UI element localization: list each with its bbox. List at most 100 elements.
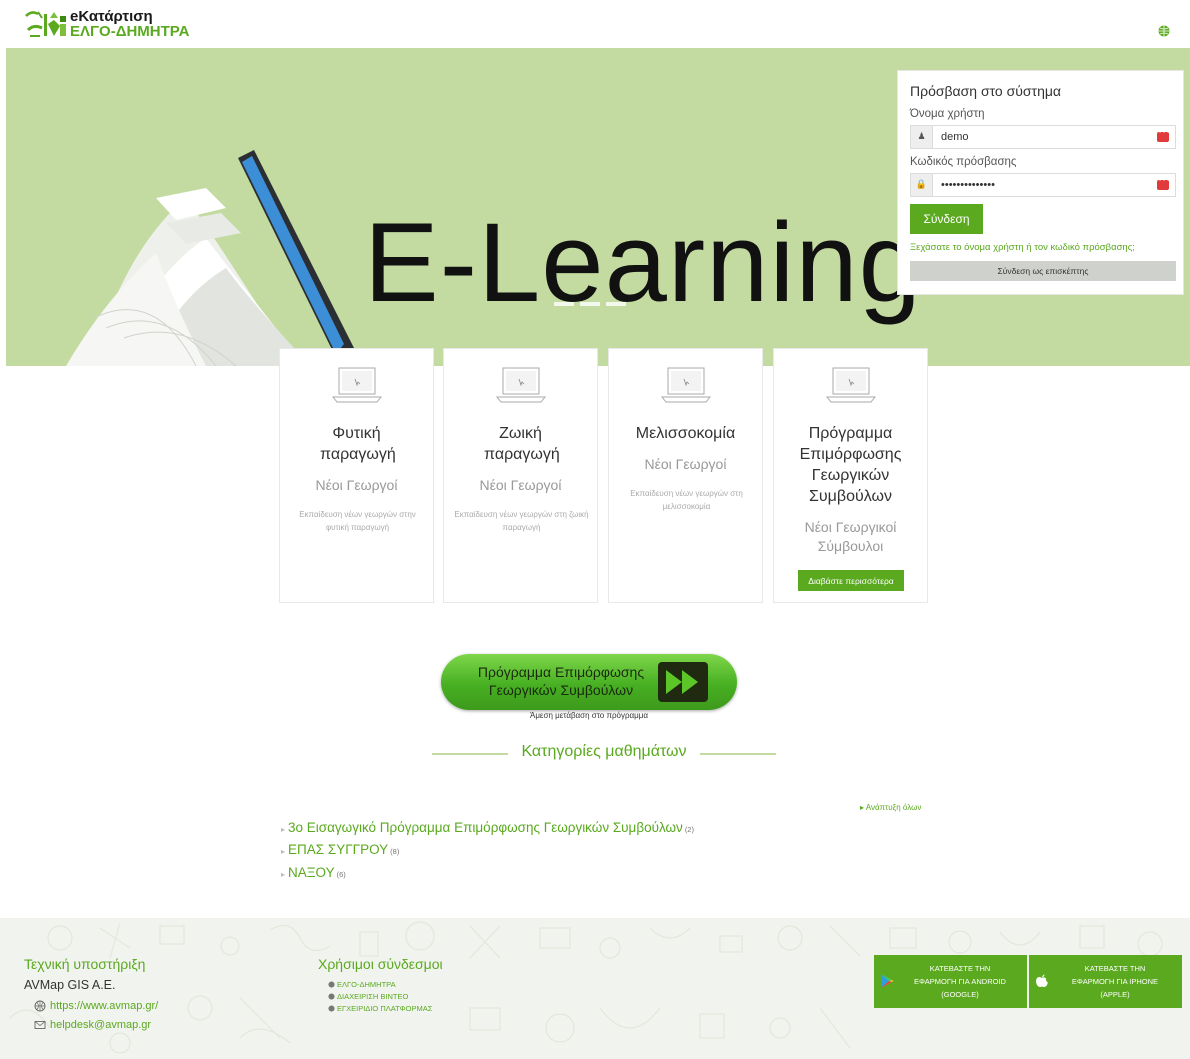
useful-link-label[interactable]: ΕΓΧΕΙΡΙΔΙΟ ΠΛΑΤΦΟΡΜΑΣ [337, 1004, 432, 1013]
password-value[interactable]: •••••••••••••• [933, 179, 1157, 191]
logo-line-2: ΕΛΓΟ-ΔΗΜΗΤΡΑ [70, 23, 190, 40]
card-title: Φυτική παραγωγή [320, 425, 396, 463]
support-title: Τεχνική υποστήριξη [24, 956, 146, 972]
footer: Τεχνική υποστήριξη AVMap GIS A.E. https:… [0, 918, 1190, 1059]
iphone-text-line-1: ΚΑΤΕΒΑΣΤΕ ΤΗΝ [1084, 964, 1146, 973]
card-title: Ζωική παραγωγή [484, 425, 560, 463]
envelope-icon [34, 1021, 46, 1029]
logo-line-1: eΚατάρτιση [70, 8, 153, 25]
card-description: Εκπαίδευση νέων γεωργών στην φυτική παρα… [299, 510, 416, 532]
iphone-app-button[interactable]: ΚΑΤΕΒΑΣΤΕ ΤΗΝ ΕΦΑΡΜΟΓΗ ΓΙΑ IPHONE (APPLE… [1029, 955, 1182, 1008]
card-title: Πρόγραμμα Επιμόρφωσης Γεωργικών Συμβούλω… [799, 425, 902, 505]
globe-icon[interactable] [1158, 22, 1170, 37]
card-subtitle: Νέοι Γεωργοί [479, 477, 562, 493]
hero-slide-indicators[interactable] [554, 302, 626, 306]
support-company: AVMap GIS A.E. [24, 978, 116, 992]
iphone-text-line-3: (APPLE) [1100, 990, 1130, 999]
slide-dot[interactable] [554, 302, 574, 306]
guest-login-button[interactable]: Σύνδεση ως επισκέπτης [910, 261, 1176, 281]
card-description: Εκπαίδευση νέων γεωργών στη μελισσοκομία [630, 489, 743, 511]
username-value[interactable]: demo [933, 131, 1157, 143]
password-label: Κωδικός πρόσβασης [910, 156, 1017, 168]
category-item[interactable]: ▸ ΕΠΑΣ ΣΥΓΓΡΟΥ (8) [281, 842, 399, 857]
chevron-right-icon: ▸ [281, 847, 286, 856]
logo-mark-icon [24, 8, 68, 40]
username-label: Όνομα χρήστη [910, 108, 985, 120]
laptop-icon [825, 367, 877, 403]
android-text-line-3: (GOOGLE) [941, 990, 979, 999]
program-banner-line-1: Πρόγραμμα Επιμόρφωσης [477, 664, 645, 680]
laptop-icon [495, 367, 547, 403]
slide-dot[interactable] [606, 302, 626, 306]
useful-link-label[interactable]: ΕΛΓΟ-ΔΗΜΗΤΡΑ [337, 980, 396, 989]
category-item[interactable]: ▸ ΝΑΞΟΥ (6) [281, 865, 346, 880]
laptop-icon [660, 367, 712, 403]
top-navbar: eΚατάρτιση ΕΛΓΟ-ΔΗΜΗΤΡΑ [0, 0, 1190, 48]
program-banner-button[interactable]: Πρόγραμμα Επιμόρφωσης Γεωργικών Συμβούλω… [441, 654, 737, 710]
username-field[interactable]: ♟ demo [910, 125, 1176, 149]
chevron-right-icon: ▸ [281, 825, 286, 834]
google-play-icon [881, 974, 894, 988]
page: eΚατάρτιση ΕΛΓΟ-ΔΗΜΗΤΡΑ E-Learning Πρόσβ… [0, 0, 1190, 1059]
user-icon: ♟ [911, 126, 933, 148]
course-card-plant-production[interactable]: Φυτική παραγωγή Νέοι Γεωργοί Εκπαίδευση … [279, 348, 434, 603]
category-count: (2) [684, 825, 694, 834]
support-email-link[interactable]: helpdesk@avmap.gr [34, 1019, 151, 1031]
program-banner-line-2: Γεωργικών Συμβούλων [488, 682, 634, 698]
category-label[interactable]: 3ο Εισαγωγικό Πρόγραμμα Επιμόρφωσης Γεωρ… [288, 820, 683, 835]
logo-text: eΚατάρτιση ΕΛΓΟ-ΔΗΜΗΤΡΑ [70, 9, 190, 39]
support-email[interactable]: helpdesk@avmap.gr [50, 1019, 151, 1031]
chevron-right-icon: ▸ [281, 870, 286, 879]
categories-heading: Κατηγορίες μαθημάτων [521, 743, 687, 760]
apple-icon [1036, 974, 1048, 987]
useful-link[interactable]: ΔΙΑΧΕΙΡΙΣΗ ΒΙΝΤΕΟ [328, 992, 408, 1001]
globe-icon [328, 1005, 335, 1012]
program-banner-caption: Άμεση μετάβαση στο πρόγραμμα [529, 711, 648, 720]
password-manager-icon[interactable] [1157, 176, 1170, 190]
expand-all-link[interactable]: ▸ Ανάπτυξη όλων [860, 803, 921, 812]
categories-heading-wrap: Κατηγορίες μαθημάτων [432, 743, 776, 765]
fast-forward-icon [658, 662, 708, 702]
login-button[interactable]: Σύνδεση [910, 204, 983, 234]
lock-icon: 🔒 [911, 174, 933, 196]
category-item[interactable]: ▸ 3ο Εισαγωγικό Πρόγραμμα Επιμόρφωσης Γεω… [281, 820, 694, 835]
support-website[interactable]: https://www.avmap.gr/ [50, 1000, 158, 1012]
card-subtitle: Νέοι Γεωργοί [315, 477, 398, 493]
login-panel: Πρόσβαση στο σύστημα Όνομα χρήστη ♟ demo… [897, 70, 1184, 295]
forgot-password-link[interactable]: Ξεχάσατε το όνομα χρήστη ή τον κωδικό πρ… [910, 242, 1135, 253]
iphone-text-line-2: ΕΦΑΡΜΟΓΗ ΓΙΑ IPHONE [1071, 977, 1159, 986]
android-app-button[interactable]: ΚΑΤΕΒΑΣΤΕ ΤΗΝ ΕΦΑΡΜΟΓΗ ΓΙΑ ANDROID (GOOG… [874, 955, 1027, 1008]
iphone-app-text: ΚΑΤΕΒΑΣΤΕ ΤΗΝ ΕΦΑΡΜΟΓΗ ΓΙΑ IPHONE (APPLE… [1055, 962, 1175, 1001]
category-label[interactable]: ΕΠΑΣ ΣΥΓΓΡΟΥ [288, 842, 388, 857]
read-more-button[interactable]: Διαβάστε περισσότερα [798, 570, 904, 591]
android-text-line-1: ΚΑΤΕΒΑΣΤΕ ΤΗΝ [929, 964, 991, 973]
globe-icon [328, 981, 335, 988]
useful-links-title: Χρήσιμοι σύνδεσμοι [318, 956, 443, 972]
category-label[interactable]: ΝΑΞΟΥ [288, 865, 335, 880]
course-card-beekeeping[interactable]: Μελισσοκομία Νέοι Γεωργοί Εκπαίδευση νέω… [608, 348, 763, 603]
useful-link-label[interactable]: ΔΙΑΧΕΙΡΙΣΗ ΒΙΝΤΕΟ [337, 992, 408, 1001]
card-title: Μελισσοκομία [635, 425, 736, 442]
password-manager-icon[interactable] [1157, 128, 1170, 142]
login-title: Πρόσβαση στο σύστημα [910, 83, 1062, 99]
course-card-animal-production[interactable]: Ζωική παραγωγή Νέοι Γεωργοί Εκπαίδευση ν… [443, 348, 598, 603]
expand-all-label: Ανάπτυξη όλων [865, 803, 922, 812]
support-website-link[interactable]: https://www.avmap.gr/ [34, 1000, 158, 1012]
category-count: (6) [336, 870, 346, 879]
useful-link[interactable]: ΕΛΓΟ-ΔΗΜΗΤΡΑ [328, 980, 396, 989]
android-text-line-2: ΕΦΑΡΜΟΓΗ ΓΙΑ ANDROID [914, 977, 1006, 986]
course-card-advisors-program[interactable]: Πρόγραμμα Επιμόρφωσης Γεωργικών Συμβούλω… [773, 348, 928, 603]
card-subtitle: Νέοι Γεωργικοί Σύμβουλοι [804, 519, 897, 554]
site-logo[interactable]: eΚατάρτιση ΕΛΓΟ-ΔΗΜΗΤΡΑ [24, 8, 190, 40]
globe-icon [328, 993, 335, 1000]
android-app-text: ΚΑΤΕΒΑΣΤΕ ΤΗΝ ΕΦΑΡΜΟΓΗ ΓΙΑ ANDROID (GOOG… [900, 962, 1020, 1001]
card-description: Εκπαίδευση νέων γεωργών στη ζωική παραγω… [454, 510, 589, 532]
useful-link[interactable]: ΕΓΧΕΙΡΙΔΙΟ ΠΛΑΤΦΟΡΜΑΣ [328, 1004, 432, 1013]
password-field[interactable]: 🔒 •••••••••••••• [910, 173, 1176, 197]
slide-dot[interactable] [580, 302, 600, 306]
hero-title: E-Learning [364, 200, 922, 325]
category-count: (8) [390, 847, 400, 856]
card-subtitle: Νέοι Γεωργοί [644, 456, 727, 472]
globe-icon [34, 1000, 46, 1012]
laptop-icon [331, 367, 383, 403]
